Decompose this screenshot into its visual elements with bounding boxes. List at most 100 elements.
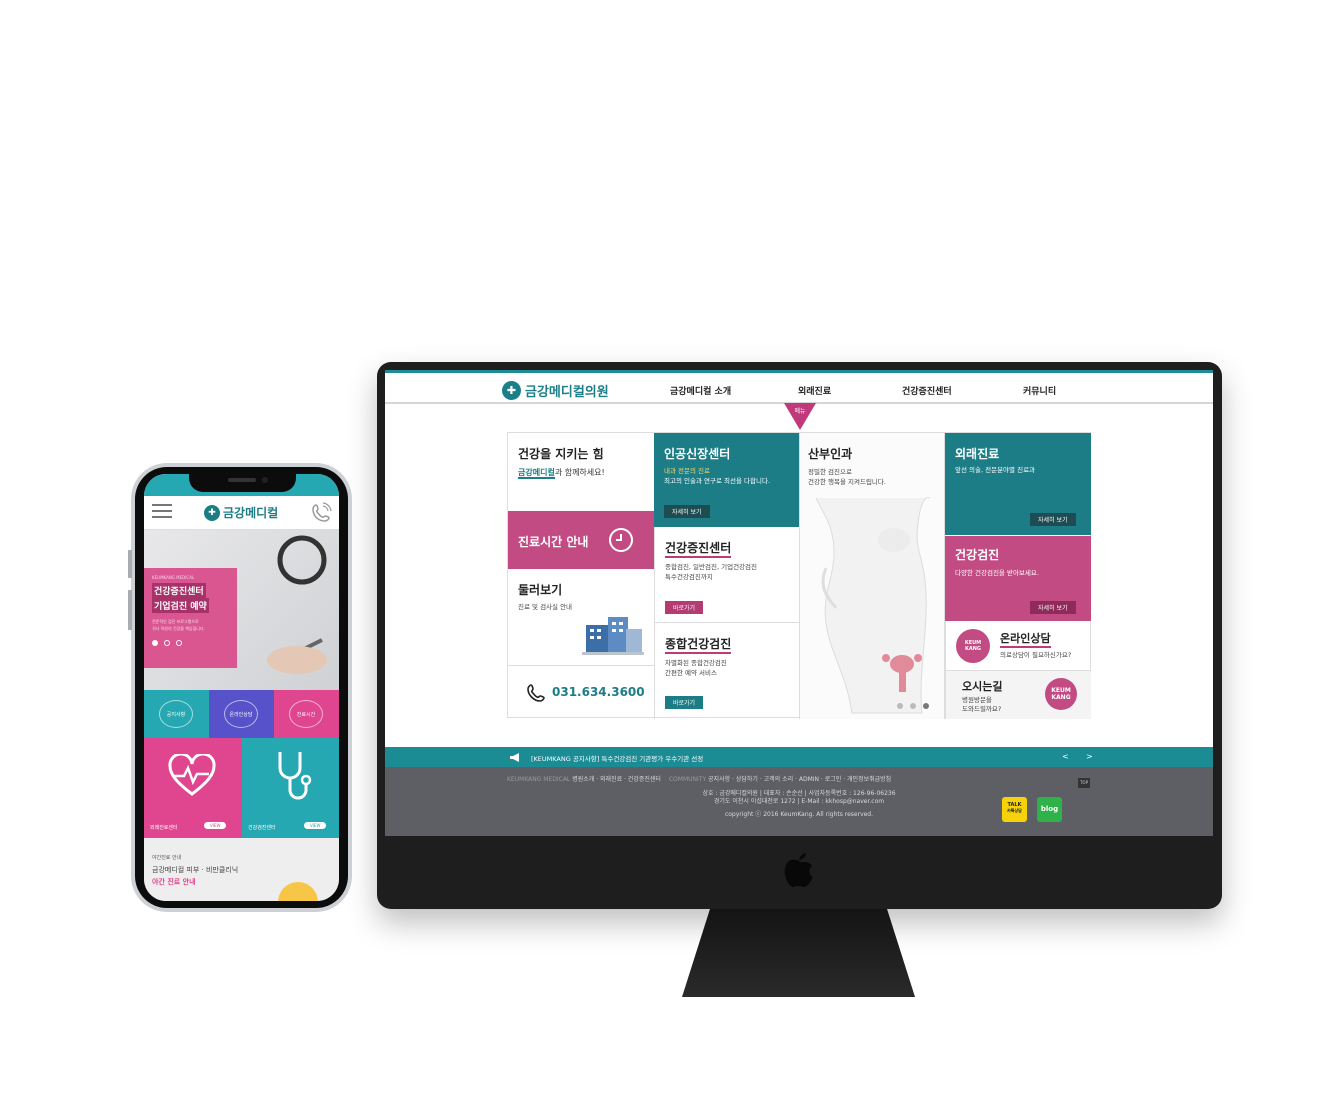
mobile-hero[interactable]: KEUMKANG MEDICAL 건강증진센터 기업검진 예약 전문적인 검진 …	[144, 530, 339, 690]
female-body-illustration-icon	[815, 497, 931, 714]
hero-dot-1[interactable]	[152, 640, 158, 646]
mobile-logo[interactable]: ✚ 금강메디컬	[204, 504, 278, 521]
quick-online-consult[interactable]: 온라인상담	[209, 690, 274, 738]
hours-title: 진료시간 안내	[518, 535, 589, 549]
mobile-screen: ✚ 금강메디컬 KEUMKANG MEDICAL 건강증진센터 기업검진 예약 …	[144, 474, 339, 901]
kidney-subtitle: 최고의 인술과 연구로 최선을 다합니다.	[664, 477, 771, 485]
notice-prev-button[interactable]: <	[1062, 752, 1069, 761]
online-badge-text: KEUM KANG	[964, 640, 982, 652]
mobile-hero-desc1: 전문적인 검진 프로그램으로	[152, 619, 199, 624]
tour-card[interactable]: 둘러보기 진료 및 검사실 안내	[508, 569, 654, 665]
mobile-hero-desc2: 귀사 직원의 건강을 책임집니다.	[152, 626, 205, 631]
hours-card[interactable]: 진료시간 안내	[508, 511, 654, 569]
tagline-card: 건강을 지키는 힘 금강메디컬과 함께하세요!	[508, 433, 654, 511]
call-icon[interactable]	[310, 502, 332, 524]
health-center-go-button[interactable]: 바로가기	[665, 601, 704, 614]
hospital-building-icon	[582, 617, 644, 655]
checkup-title: 건강검진	[955, 548, 1000, 562]
phone-notch	[189, 472, 296, 492]
directions-badge-text: KEUM KANG	[1051, 687, 1071, 701]
health-center-sub2: 특수건강검진까지	[665, 573, 713, 581]
notice-text[interactable]: [KEUMKANG 공지사항] 특수건강검진 기관평가 우수기관 선정	[531, 753, 703, 763]
online-consult-card[interactable]: KEUM KANG 온라인상담 의료상담이 필요하신가요?	[945, 621, 1091, 671]
main-grid: 건강을 지키는 힘 금강메디컬과 함께하세요! 진료시간 안내 둘러보기 진료 …	[507, 432, 1091, 719]
comp-checkup-go-button[interactable]: 바로가기	[665, 696, 704, 709]
mobile-hero-small: KEUMKANG MEDICAL	[152, 575, 195, 580]
footer-copyright: copyright ⓒ 2016 KeumKang. All rights re…	[724, 811, 874, 818]
comp-checkup-sub2: 간편한 예약 서비스	[665, 669, 717, 677]
obgyn-card[interactable]: 산부인과 정밀한 검진으로 건강한 행복을 지켜드립니다.	[799, 433, 945, 719]
quick-notice[interactable]: 공지사항	[144, 690, 209, 738]
kidney-center-card[interactable]: 인공신장센터 내과 전문의 진료 최고의 인술과 연구로 최선을 다합니다. 자…	[654, 433, 799, 527]
blog-button[interactable]: blog	[1037, 797, 1062, 822]
notice-next-button[interactable]: >	[1086, 752, 1093, 761]
kakao-talk-button[interactable]: TALK 카톡상담	[1002, 797, 1027, 822]
night-line1: 금강메디컬 피부 · 비만클리닉	[152, 866, 239, 874]
phone-speaker	[228, 478, 256, 482]
checkup-more-button[interactable]: 자세히 보기	[1030, 601, 1076, 614]
phone-card[interactable]: 031.634.3600	[508, 665, 654, 719]
footer-info-2: 경기도 이천시 이섭대천로 1272 | E-Mail : kkhosp@nav…	[713, 798, 885, 805]
checkup-card[interactable]: 건강검진 다양한 건강검진을 받아보세요. 자세히 보기	[945, 536, 1091, 621]
tagline-title: 건강을 지키는 힘	[518, 447, 604, 461]
outpatient-subtitle: 앞선 의술, 전문분야별 진료과	[955, 466, 1036, 474]
mobile-logo-emblem-icon: ✚	[204, 504, 220, 521]
kidney-highlight: 내과 전문의 진료	[664, 467, 710, 475]
mobile-card2-view-button[interactable]: VIEW	[304, 822, 327, 829]
hamburger-menu-icon[interactable]	[152, 504, 172, 518]
directions-card[interactable]: 오시는길 병원방문을 도와드릴까요? KEUM KANG	[945, 671, 1091, 719]
health-center-card[interactable]: 건강증진센터 종합검진, 일반검진, 기업건강검진 특수건강검진까지 바로가기	[654, 527, 799, 623]
desktop-screen: ✚ 금강메디컬의원 금강메디컬 소개 외래진료 건강증진센터 커뮤니티 메뉴 건…	[385, 370, 1213, 836]
nav-item-outpatient[interactable]: 외래진료	[798, 384, 831, 397]
slide-dot-2[interactable]	[910, 703, 916, 709]
mobile-night-clinic[interactable]: 야간진료 안내 금강메디컬 피부 · 비만클리닉 야간 진료 안내	[144, 838, 339, 901]
obgyn-sub1: 정밀한 검진으로	[808, 468, 852, 476]
phone-number: 031.634.3600	[552, 685, 645, 699]
stethoscope-icon	[278, 752, 312, 800]
nav-item-about[interactable]: 금강메디컬 소개	[670, 384, 731, 397]
outpatient-more-button[interactable]: 자세히 보기	[1030, 513, 1076, 526]
outpatient-title: 외래진료	[955, 447, 1000, 461]
hero-dot-3[interactable]	[176, 640, 182, 646]
comp-checkup-title: 종합건강검진	[665, 637, 732, 654]
kakao-talk-sublabel: 카톡상담	[1007, 808, 1022, 813]
directions-title: 오시는길	[962, 680, 1003, 693]
menu-tab-label: 메뉴	[794, 408, 806, 415]
logo-emblem-icon: ✚	[502, 380, 521, 400]
tagline-brand: 금강메디컬	[518, 468, 555, 479]
online-consult-title: 온라인상담	[1000, 632, 1051, 648]
tour-title: 둘러보기	[518, 583, 563, 597]
obgyn-title: 산부인과	[808, 447, 853, 461]
notice-bar: [KEUMKANG 공지사항] 특수건강검진 기관평가 우수기관 선정 < >	[385, 747, 1213, 767]
tour-subtitle: 진료 및 검사실 안내	[518, 603, 573, 611]
heart-pulse-icon	[168, 754, 216, 796]
slide-dot-1[interactable]	[897, 703, 903, 709]
slide-dot-3[interactable]	[923, 703, 929, 709]
footer-links-community[interactable]: 공지사항 · 상담하기 · 고객의 소리 · ADMIN · 로그인 · 개인정…	[708, 776, 891, 783]
night-small: 야간진료 안내	[152, 855, 182, 861]
site-footer: KEUMKANG MEDICAL 병원소개 · 외래진료 · 건강증진센터 CO…	[385, 767, 1213, 836]
quick-consult-label: 온라인상담	[224, 700, 258, 728]
mobile-card1-view-button[interactable]: VIEW	[204, 822, 227, 829]
kidney-more-button[interactable]: 자세히 보기	[664, 505, 710, 518]
mobile-logo-text: 금강메디컬	[223, 506, 279, 520]
site-logo[interactable]: ✚ 금강메디컬의원	[502, 380, 609, 400]
outpatient-card[interactable]: 외래진료 앞선 의술, 전문분야별 진료과 자세히 보기	[945, 433, 1091, 535]
quick-notice-label: 공지사항	[159, 700, 193, 728]
quick-hours[interactable]: 진료시간	[274, 690, 339, 738]
scroll-top-button[interactable]: TOP	[1078, 778, 1090, 788]
mobile-card-outpatient[interactable]: 외래진료센터 VIEW	[144, 738, 242, 838]
health-center-title: 건강증진센터	[665, 541, 732, 558]
checkup-subtitle: 다양한 건강검진을 받아보세요.	[955, 569, 1039, 577]
nav-item-community[interactable]: 커뮤니티	[1023, 384, 1056, 397]
mobile-card-checkup[interactable]: 건강검진센터 VIEW	[242, 738, 339, 838]
footer-links-main[interactable]: 병원소개 · 외래진료 · 건강증진센터	[572, 776, 661, 783]
footer-community-label: COMMUNITY	[668, 776, 707, 783]
megaphone-icon	[510, 753, 519, 762]
hero-dot-2[interactable]	[164, 640, 170, 646]
imac-stand	[682, 909, 915, 997]
comprehensive-checkup-card[interactable]: 종합건강검진 차별화된 종합건강검진 간편한 예약 서비스 바로가기	[654, 623, 799, 719]
nav-item-health-center[interactable]: 건강증진센터	[902, 384, 952, 397]
stethoscope-pen-illustration-icon	[267, 535, 327, 674]
menu-tab[interactable]: 메뉴	[784, 403, 816, 430]
